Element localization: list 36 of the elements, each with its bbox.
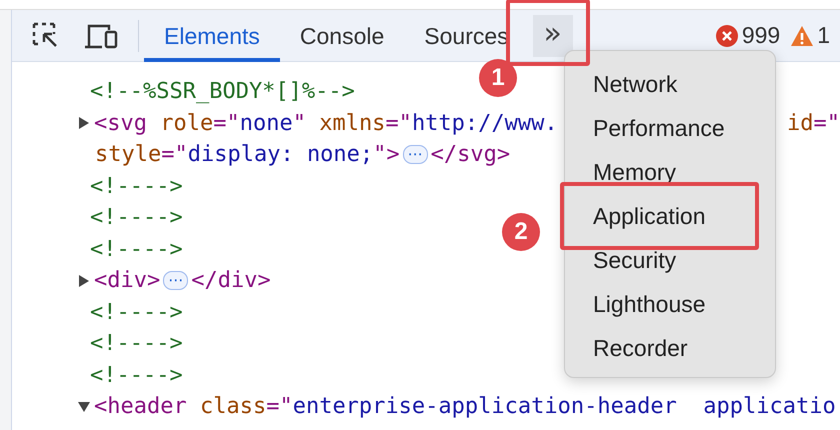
more-tabs-button[interactable]: » [532, 14, 573, 56]
expand-ellipsis-button[interactable]: ⋯ [163, 271, 188, 290]
code-text: </div> [191, 268, 271, 294]
menu-item[interactable]: Application [565, 194, 775, 238]
menu-item[interactable]: Security [565, 238, 775, 282]
code-text: <!--%SSR_BODY*[]%--> [90, 79, 355, 104]
code-text: <svg role="none" xmlns="http://www. [94, 110, 558, 136]
panel-tab[interactable]: Console [280, 10, 404, 62]
error-icon [716, 24, 738, 46]
step-marker: 1 [479, 59, 517, 97]
code-text: <!----> [90, 362, 183, 388]
code-text: <!----> [90, 331, 183, 356]
code-text: <!----> [90, 300, 183, 325]
warning-count: 1 [817, 22, 830, 49]
code-text: id=" [787, 110, 840, 136]
menu-item[interactable]: Network [565, 62, 775, 106]
code-text: <div> [94, 268, 160, 294]
collapsed-triangle-icon[interactable] [79, 274, 89, 287]
menu-item[interactable]: Performance [565, 106, 775, 150]
warning-icon [790, 24, 814, 46]
panel-tab[interactable]: Sources [404, 10, 529, 62]
expand-ellipsis-button[interactable]: ⋯ [402, 145, 428, 164]
step-marker: 2 [502, 213, 540, 251]
code-text: </svg> [430, 142, 510, 168]
code-text: style="display: none;"> [95, 142, 400, 168]
menu-item[interactable]: Memory [565, 150, 775, 194]
menu-item[interactable]: Recorder [565, 326, 775, 370]
code-text: <!----> [90, 205, 183, 230]
code-text: <!----> [90, 174, 183, 199]
expanded-triangle-icon[interactable] [78, 402, 90, 412]
error-count: 999 [742, 22, 780, 49]
code-text: <header class="enterprise-application-header applicatio [94, 394, 836, 420]
collapsed-triangle-icon[interactable] [79, 117, 89, 130]
panel-tab[interactable]: Elements [144, 10, 280, 62]
code-text: <!----> [90, 236, 183, 262]
menu-item[interactable]: Lighthouse [565, 282, 775, 326]
